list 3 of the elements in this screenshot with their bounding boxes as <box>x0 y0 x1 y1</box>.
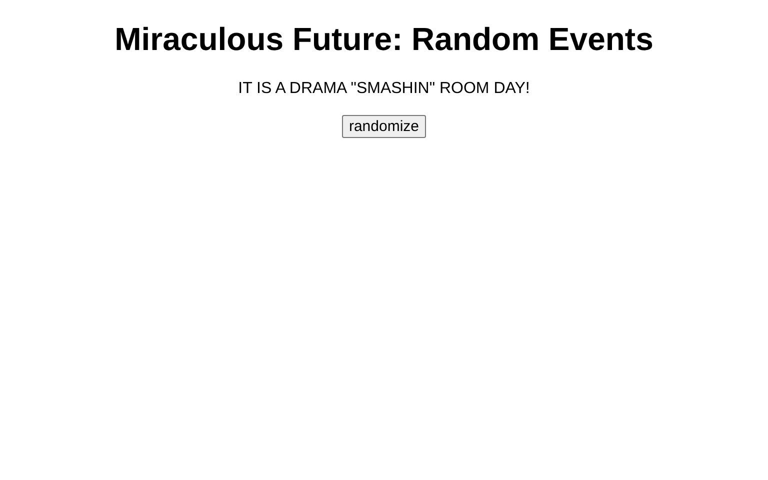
randomize-button[interactable]: randomize <box>342 115 426 138</box>
event-text: IT IS A DRAMA "SMASHIN" ROOM DAY! <box>238 80 530 98</box>
page-title: Miraculous Future: Random Events <box>114 21 654 58</box>
